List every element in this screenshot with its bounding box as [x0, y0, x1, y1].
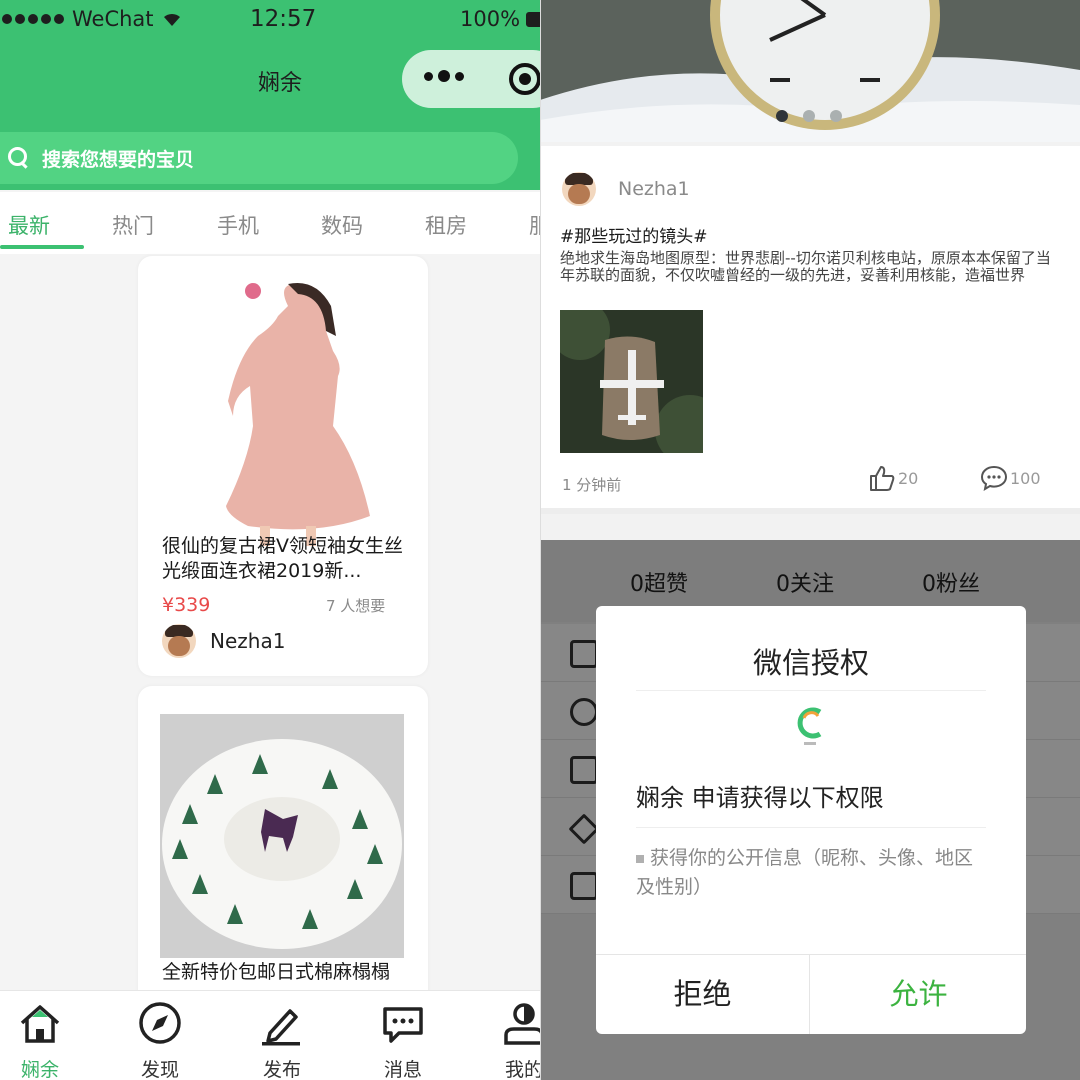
- signal-icon: [2, 14, 64, 24]
- battery-percent: 100%: [460, 7, 521, 31]
- deny-button[interactable]: 拒绝: [596, 955, 810, 1034]
- search-icon: [8, 147, 30, 169]
- post-time: 1 分钟前: [562, 476, 622, 494]
- edit-icon: [262, 1009, 300, 1046]
- comment-icon: [980, 465, 1008, 492]
- home-icon: [20, 1005, 60, 1043]
- divider: [636, 690, 986, 691]
- post-card[interactable]: Nezha1 #那些玩过的镜头# 绝地求生海岛地图原型：世界悲剧--切尔诺贝利核…: [540, 146, 1080, 508]
- status-time: 12:57: [250, 6, 317, 32]
- tabbar-home[interactable]: 娴余: [0, 999, 80, 1080]
- profile-screen: 0超赞 0关注 0粉丝 微信授权 娴余 申请获得以下权限 获得你的公开信息（昵称…: [540, 540, 1080, 1080]
- panel-divider: [540, 0, 541, 1080]
- like-count: 20: [898, 468, 919, 488]
- post-topic[interactable]: #那些玩过的镜头#: [560, 222, 708, 247]
- product-image: [160, 714, 404, 958]
- wifi-icon: [163, 13, 180, 26]
- permission-request: 娴余 申请获得以下权限: [636, 784, 884, 812]
- dialog-title: 微信授权: [752, 646, 869, 680]
- banner-carousel[interactable]: [540, 0, 1080, 142]
- avatar: [162, 624, 196, 658]
- product-card[interactable]: 全新特价包邮日式棉麻榻榻: [138, 686, 428, 1016]
- tab-rent[interactable]: 租房: [425, 210, 467, 240]
- tabbar-label: 发布: [262, 1059, 301, 1080]
- divider: [540, 508, 1080, 514]
- permission-text: 获得你的公开信息（昵称、头像、地区及性别）: [636, 847, 974, 898]
- tabbar-label: 消息: [383, 1059, 422, 1080]
- tab-indicator: [0, 245, 84, 249]
- status-carrier: WeChat: [2, 4, 182, 34]
- bullet-icon: [636, 854, 644, 863]
- thumbs-up-icon: [870, 466, 895, 491]
- message-icon: [383, 1007, 423, 1043]
- user-icon: [504, 1003, 540, 1045]
- tabbar-mine[interactable]: 我的: [484, 999, 540, 1080]
- want-count: 7 人想要: [326, 597, 386, 615]
- tabbar-label: 发现: [140, 1059, 179, 1080]
- home-screen: WeChat 12:57 100% 娴余 搜索您想要的宝贝 最新 热门 手机 数…: [0, 0, 540, 1080]
- more-icon[interactable]: [424, 70, 464, 82]
- status-battery: 100%: [460, 4, 540, 34]
- battery-icon: [526, 11, 540, 27]
- discover-screen: Nezha1 #那些玩过的镜头# 绝地求生海岛地图原型：世界悲剧--切尔诺贝利核…: [540, 0, 1080, 540]
- post-author[interactable]: Nezha1: [562, 172, 690, 206]
- search-placeholder: 搜索您想要的宝贝: [42, 148, 195, 171]
- seller[interactable]: Nezha1: [162, 624, 285, 658]
- product-image: [138, 276, 428, 546]
- tabbar-messages[interactable]: 消息: [363, 999, 443, 1080]
- permission-item: 获得你的公开信息（昵称、头像、地区及性别）: [636, 844, 976, 902]
- tab-phone[interactable]: 手机: [217, 210, 259, 240]
- dialog-actions: 拒绝 允许: [596, 954, 1026, 1034]
- search-bar[interactable]: 搜索您想要的宝贝: [0, 132, 518, 184]
- compass-icon: [139, 1002, 181, 1044]
- like-button[interactable]: 20: [868, 464, 918, 492]
- comment-button[interactable]: 100: [980, 464, 1041, 492]
- app-logo-icon: [797, 707, 822, 745]
- carousel-indicator: [776, 110, 842, 122]
- post-text: 绝地求生海岛地图原型：世界悲剧--切尔诺贝利核电站，原原本本保留了当年苏联的面貌…: [560, 249, 1051, 284]
- tabbar-label: 娴余: [20, 1059, 59, 1080]
- tab-latest[interactable]: 最新: [8, 210, 50, 240]
- bottom-tab-bar: 娴余 发现 发布 消息 我的: [0, 990, 540, 1080]
- tab-clothing[interactable]: 服: [529, 210, 540, 240]
- header: WeChat 12:57 100% 娴余 搜索您想要的宝贝: [0, 0, 540, 190]
- seller-name: Nezha1: [210, 629, 286, 653]
- comment-count: 100: [1010, 468, 1041, 488]
- product-price: ¥339: [162, 594, 211, 616]
- avatar: [562, 172, 596, 206]
- tab-hot[interactable]: 热门: [112, 210, 154, 240]
- author-name: Nezha1: [618, 178, 690, 200]
- tabbar-label: 我的: [504, 1059, 540, 1080]
- product-card[interactable]: 很仙的复古裙V领短袖女生丝光缎面连衣裙2019新... ¥339 7 人想要 N…: [138, 256, 428, 676]
- close-target-icon[interactable]: [509, 63, 540, 95]
- product-title: 很仙的复古裙V领短袖女生丝光缎面连衣裙2019新...: [162, 535, 403, 582]
- tabbar-discover[interactable]: 发现: [120, 999, 200, 1080]
- post-image[interactable]: [560, 310, 703, 453]
- tab-digital[interactable]: 数码: [321, 210, 363, 240]
- product-title: 全新特价包邮日式棉麻榻榻: [162, 961, 391, 983]
- miniprogram-capsule[interactable]: [402, 50, 540, 108]
- carrier-name: WeChat: [72, 7, 154, 31]
- divider: [636, 827, 986, 828]
- tabbar-publish[interactable]: 发布: [242, 999, 322, 1080]
- auth-dialog: 微信授权 娴余 申请获得以下权限 获得你的公开信息（昵称、头像、地区及性别） 拒…: [596, 606, 1026, 1034]
- allow-button[interactable]: 允许: [811, 955, 1026, 1034]
